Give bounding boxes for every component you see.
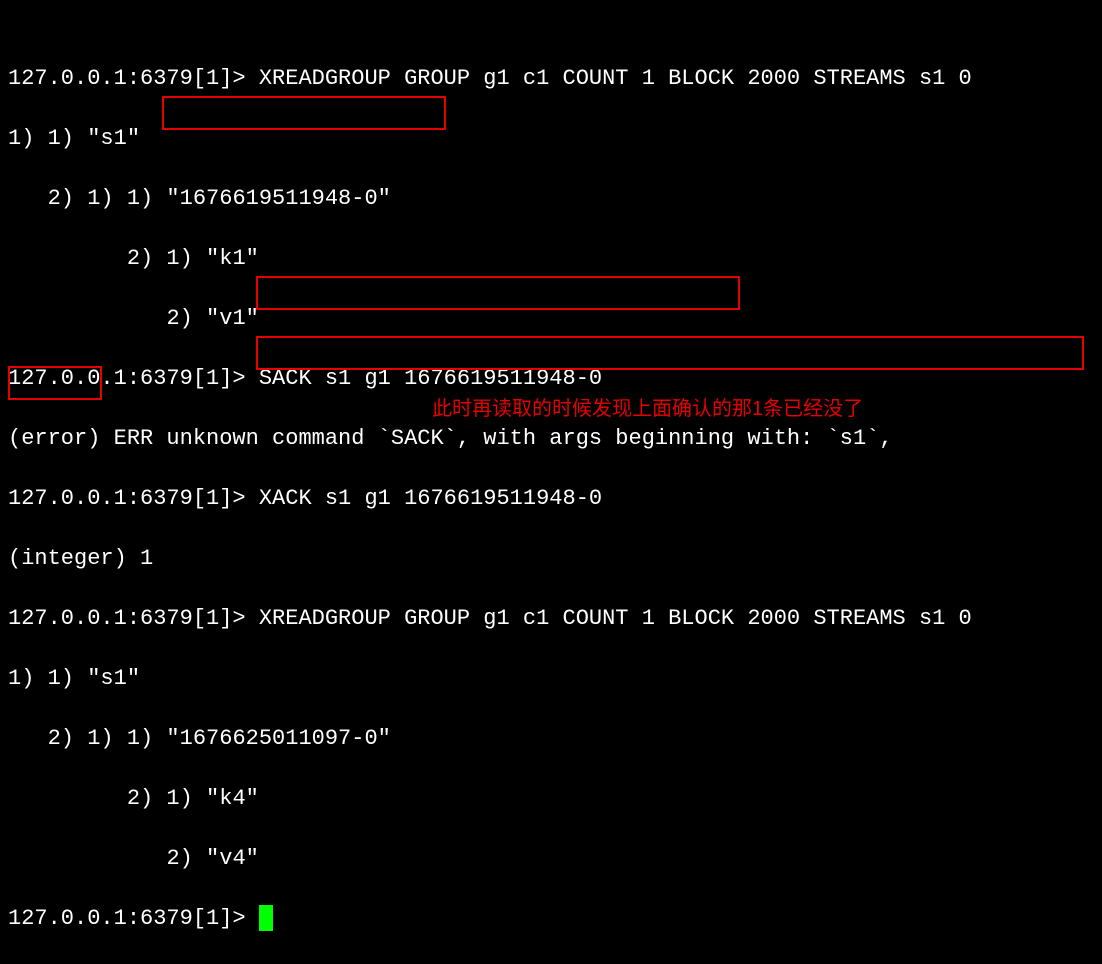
output-error: (error) ERR unknown command `SACK`, with… (8, 424, 1094, 454)
cursor-block (259, 905, 273, 931)
output-v4: 2) "v4" (8, 844, 1094, 874)
output-k1: 2) 1) "k1" (8, 244, 1094, 274)
prompt-current[interactable]: 127.0.0.1:6379[1]> (8, 904, 1094, 934)
output-msgid-2: 2) 1) 1) "1676625011097-0" (8, 724, 1094, 754)
output-s1-header-2: 1) 1) "s1" (8, 664, 1094, 694)
cmd-xreadgroup-1: 127.0.0.1:6379[1]> XREADGROUP GROUP g1 c… (8, 64, 1094, 94)
cmd-xack: 127.0.0.1:6379[1]> XACK s1 g1 1676619511… (8, 484, 1094, 514)
cmd-sack: 127.0.0.1:6379[1]> SACK s1 g1 1676619511… (8, 364, 1094, 394)
output-msgid-1: 2) 1) 1) "1676619511948-0" (8, 184, 1094, 214)
prompt-text: 127.0.0.1:6379[1]> (8, 906, 259, 931)
output-integer-1: (integer) 1 (8, 544, 1094, 574)
output-v1: 2) "v1" (8, 304, 1094, 334)
cmd-xreadgroup-2: 127.0.0.1:6379[1]> XREADGROUP GROUP g1 c… (8, 604, 1094, 634)
output-k4: 2) 1) "k4" (8, 784, 1094, 814)
output-s1-header-1: 1) 1) "s1" (8, 124, 1094, 154)
terminal-output: utted XREAD instead. 127.0.0.1:6379[1]> … (8, 4, 1094, 964)
